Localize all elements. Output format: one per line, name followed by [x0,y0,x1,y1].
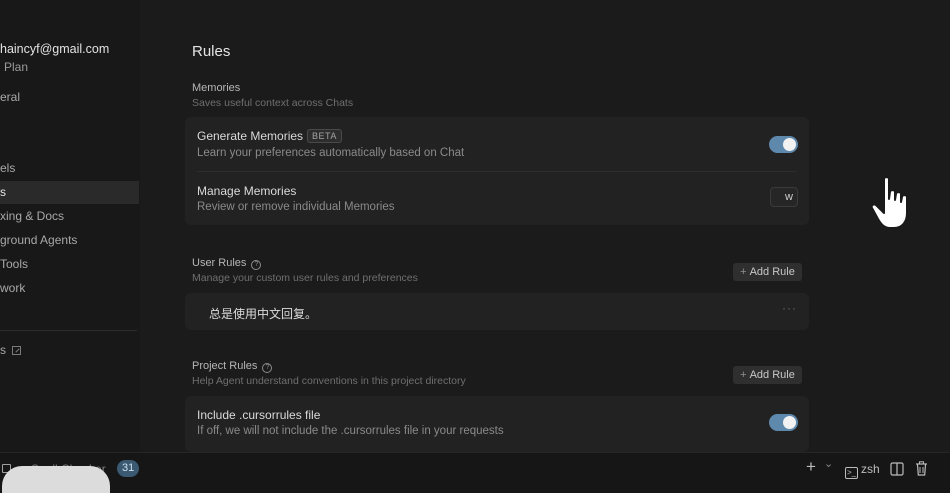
spell-checker-count-badge: 31 [117,460,140,477]
add-user-rule-button[interactable]: + Add Rule [733,263,802,281]
account-plan: Plan [4,60,29,74]
chevron-down-icon[interactable]: ⌄ [824,457,833,470]
terminal-icon: >_ [845,467,858,479]
account-email: haincyf@gmail.com [0,42,110,56]
memories-row-divider [197,171,797,172]
project-rules-title: Project Rules? [192,360,273,373]
external-link-icon [12,346,21,355]
toggle-knob [783,416,796,429]
sidebar-divider [0,330,137,331]
sidebar-item-indexing-docs[interactable]: xing & Docs [0,205,139,228]
project-rules-label: Project Rules [192,360,258,372]
add-user-rule-label: Add Rule [749,266,795,278]
sidebar-item-tools[interactable]: Tools [0,253,139,276]
add-project-rule-label: Add Rule [749,369,795,381]
plus-icon: + [740,369,747,381]
user-rules-title: User Rules? [192,257,262,270]
beta-badge: BETA [307,129,342,143]
manage-memories-desc: Review or remove individual Memories [197,201,395,213]
memories-section-subtitle: Saves useful context across Chats [192,97,354,109]
cursorrules-desc: If off, we will not include the .cursorr… [197,425,504,437]
sidebar-item-background-agents[interactable]: ground Agents [0,229,139,252]
user-rule-text: 总是使用中文回复。 [209,307,318,321]
toggle-knob [783,138,796,151]
manage-memories-title: Manage Memories [197,184,297,198]
hand-pointer-cursor-icon [870,176,908,229]
cursorrules-card: Include .cursorrules file If off, we wil… [185,396,809,452]
add-project-rule-button[interactable]: + Add Rule [733,366,802,384]
sidebar-footer-link[interactable]: s [0,339,139,362]
cursorrules-toggle[interactable] [769,414,798,431]
generate-memories-desc: Learn your preferences automatically bas… [197,147,465,159]
terminal-selector[interactable]: >_ zsh [845,462,880,479]
more-options-icon[interactable]: ··· [782,301,797,315]
split-terminal-icon[interactable] [890,462,904,476]
sidebar-item-network[interactable]: work [0,277,139,300]
sidebar-item-models[interactable]: els [0,157,139,180]
settings-sidebar: haincyf@gmail.com Plan eral els s xing &… [0,0,140,452]
view-memories-button[interactable]: w [770,187,798,207]
generate-memories-toggle[interactable] [769,136,798,153]
memories-section-title: Memories [192,82,241,94]
help-circle-icon[interactable]: ? [251,260,262,270]
cursorrules-title: Include .cursorrules file [197,408,321,422]
webcam-overlay [2,466,110,493]
generate-memories-label: Generate Memories [197,129,304,143]
generate-memories-title: Generate Memories BETA [197,129,342,143]
trash-icon[interactable] [915,461,928,476]
bottom-status-bar: Spell Checker 31 + ⌄ >_zsh [0,452,950,493]
user-rules-label: User Rules [192,257,247,269]
rules-panel: Rules Memories Saves useful context acro… [140,0,950,452]
memories-card: Generate Memories BETA Learn your prefere… [185,117,809,225]
user-rules-subtitle: Manage your custom user rules and prefer… [192,272,418,284]
help-circle-icon[interactable]: ? [262,363,273,373]
plus-icon: + [740,266,747,278]
page-title: Rules [192,43,231,60]
terminal-name: zsh [861,462,880,476]
sidebar-item-general[interactable]: eral [0,86,139,109]
project-rules-subtitle: Help Agent understand conventions in thi… [192,375,466,387]
sidebar-footer-label: s [0,343,6,357]
new-terminal-plus-icon[interactable]: + [806,457,816,477]
sidebar-item-rules[interactable]: s [0,181,139,204]
user-rule-item[interactable]: 总是使用中文回复。 ··· [185,293,809,330]
